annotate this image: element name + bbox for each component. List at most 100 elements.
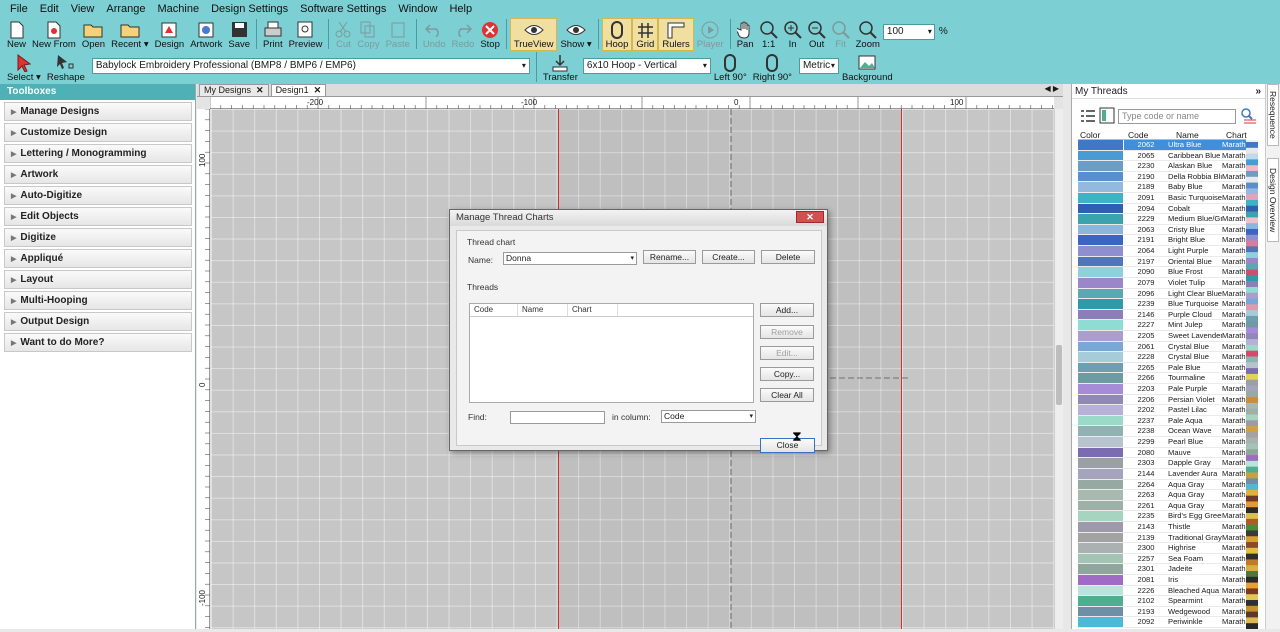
thread-row[interactable]: 2238 Ocean Wave Marathon	[1078, 426, 1246, 438]
toolbox-edit-objects[interactable]: ▶ Edit Objects	[4, 207, 192, 226]
thread-row[interactable]: 2079 Violet Tulip Marathon	[1078, 277, 1246, 289]
preview-button[interactable]: Preview	[286, 18, 326, 51]
rename-button[interactable]: Rename...	[643, 250, 696, 264]
print-button[interactable]: Print	[260, 18, 286, 51]
thread-row[interactable]: 2263 Aqua Gray Marathon	[1078, 490, 1246, 501]
edit-button[interactable]: Edit...	[760, 346, 814, 360]
remove-button[interactable]: Remove	[760, 325, 814, 339]
thread-row[interactable]: 2299 Pearl Blue Marathon	[1078, 437, 1246, 448]
menu-view[interactable]: View	[65, 0, 101, 18]
thread-row[interactable]: 2237 Pale Aqua Marathon	[1078, 415, 1246, 427]
toolbox-digitize[interactable]: ▶ Digitize	[4, 228, 192, 247]
tab-scroll-arrows-icon[interactable]: ◀ ▶	[1044, 84, 1059, 93]
copy-button[interactable]: Copy...	[760, 367, 814, 381]
toolbox-artwork[interactable]: ▶ Artwork	[4, 165, 192, 184]
artwork-button[interactable]: Artwork	[187, 18, 225, 51]
col-color[interactable]: Color	[1078, 130, 1124, 140]
thread-row[interactable]: 2226 Bleached AquaMarathon	[1078, 585, 1246, 597]
tab-design1[interactable]: Design1 ✕	[270, 84, 327, 96]
thread-row[interactable]: 2102 Spearmint Marathon	[1078, 596, 1246, 607]
chart-threads-list[interactable]: Code Name Chart	[469, 303, 754, 403]
thread-row[interactable]: 2265 Pale Blue Marathon	[1078, 362, 1246, 374]
trueview-button[interactable]: TrueView	[509, 18, 558, 51]
zoom-level-input[interactable]: 100 ▾	[882, 24, 935, 40]
thread-row[interactable]: 2266 Tourmaline Marathon	[1078, 373, 1246, 385]
thread-row[interactable]: 2257 Sea Foam Marathon	[1078, 553, 1246, 565]
undo-button[interactable]: Undo	[420, 18, 449, 51]
select-button[interactable]: Select ▾	[4, 51, 44, 84]
dialog-close-icon[interactable]: ✕	[796, 211, 824, 223]
collapse-icon[interactable]: »	[1255, 84, 1261, 99]
recent-button[interactable]: Recent ▾	[108, 18, 152, 51]
rotate-right-90-button[interactable]: Right 90°	[750, 51, 795, 84]
thread-row[interactable]: 2143 Thistle Marathon	[1078, 521, 1246, 533]
toolbox-lettering-monogramming[interactable]: ▶ Lettering / Monogramming	[4, 144, 192, 163]
thread-row[interactable]: 2197 Oriental Blue Marathon	[1078, 256, 1246, 268]
thread-row[interactable]: 2092 Periwinkle Marathon	[1078, 617, 1246, 629]
thread-row[interactable]: 2301 Jadeite Marathon	[1078, 564, 1246, 575]
search-threads-icon[interactable]	[1240, 107, 1258, 127]
thread-row[interactable]: 2193 Wedgewood Marathon	[1078, 606, 1246, 618]
rulers-button[interactable]: Rulers	[658, 18, 694, 51]
rotate-left-90-button[interactable]: Left 90°	[711, 51, 750, 84]
copy-button[interactable]: Copy	[354, 18, 382, 51]
thread-row[interactable]: 2094 Cobalt Marathon	[1078, 203, 1246, 215]
resequence-tab[interactable]: Resequence	[1267, 84, 1279, 146]
canvas-scrollbar[interactable]	[1054, 109, 1063, 629]
units-select[interactable]: Metric ▾	[798, 58, 839, 74]
thread-row[interactable]: 2239 Blue TurquoiseMarathon	[1078, 299, 1246, 310]
open-button[interactable]: Open	[79, 18, 108, 51]
delete-button[interactable]: Delete	[761, 250, 815, 264]
thread-row[interactable]: 2235 Bird's Egg GreenMarathon	[1078, 511, 1246, 522]
thread-row[interactable]: 2081 Iris Marathon	[1078, 574, 1246, 586]
thread-row[interactable]: 2227 Mint Julep Marathon	[1078, 320, 1246, 331]
thread-row[interactable]: 2139 Traditional GrayMarathon	[1078, 532, 1246, 544]
toolbox-customize-design[interactable]: ▶ Customize Design	[4, 123, 192, 142]
thread-row[interactable]: 2080 Mauve Marathon	[1078, 447, 1246, 459]
thread-row[interactable]: 2203 Pale Purple Marathon	[1078, 384, 1246, 395]
reshape-button[interactable]: Reshape	[44, 51, 88, 84]
zoom-1to1-button[interactable]: 1:1	[757, 18, 781, 51]
in-column-select[interactable]: Code ▾	[661, 410, 756, 423]
scrollbar-thumb[interactable]	[1056, 345, 1062, 405]
thread-chart-icon[interactable]	[1099, 107, 1115, 127]
thread-row[interactable]: 2144 Lavender Aura Marathon	[1078, 468, 1246, 480]
thread-row[interactable]: 2190 Della Robbia BlueMarathon	[1078, 171, 1246, 183]
toolbox-output-design[interactable]: ▶ Output Design	[4, 312, 192, 331]
thread-row[interactable]: 2303 Dapple Gray Marathon	[1078, 458, 1246, 469]
toolbox-want-to-do-more[interactable]: ▶ Want to do More?	[4, 333, 192, 352]
thread-row[interactable]: 2146 Purple Cloud Marathon	[1078, 309, 1246, 321]
pan-button[interactable]: Pan	[734, 18, 757, 51]
menu-edit[interactable]: Edit	[34, 0, 65, 18]
stop-button[interactable]: Stop	[477, 18, 503, 51]
thread-row[interactable]: 2230 Alaskan Blue Marathon	[1078, 161, 1246, 172]
hoop-select[interactable]: 6x10 Hoop - Vertical ▾	[582, 58, 711, 74]
design-overview-tab[interactable]: Design Overview	[1267, 158, 1279, 242]
new-from-button[interactable]: New From	[29, 18, 79, 51]
thread-row[interactable]: 2205 Sweet LavenderMarathon	[1078, 330, 1246, 342]
close-icon[interactable]: ✕	[256, 85, 264, 95]
menu-file[interactable]: File	[4, 0, 34, 18]
player-button[interactable]: Player	[694, 18, 727, 51]
menu-machine[interactable]: Machine	[152, 0, 206, 18]
add-button[interactable]: Add...	[760, 303, 814, 317]
col-name[interactable]: Name	[518, 304, 568, 316]
close-button[interactable]: Close	[760, 438, 815, 453]
thread-row[interactable]: 2090 Blue Frost Marathon	[1078, 267, 1246, 278]
col-chart[interactable]: Chart	[568, 304, 618, 316]
find-input[interactable]	[510, 411, 605, 424]
design-button[interactable]: Design	[152, 18, 188, 51]
grid-button[interactable]: Grid	[632, 18, 659, 51]
thread-row[interactable]: 2189 Baby Blue Marathon	[1078, 182, 1246, 194]
col-code[interactable]: Code	[470, 304, 518, 316]
toolbox-layout[interactable]: ▶ Layout	[4, 270, 192, 289]
cut-button[interactable]: Cut	[332, 18, 354, 51]
new-button[interactable]: New	[4, 18, 29, 51]
tab-my-designs[interactable]: My Designs ✕	[199, 84, 269, 96]
thread-row[interactable]: 2096 Light Clear BlueMarathon	[1078, 288, 1246, 300]
clear-all-button[interactable]: Clear All	[760, 388, 814, 402]
menu-arrange[interactable]: Arrange	[100, 0, 151, 18]
thread-row[interactable]: 2062Ultra BlueMarathon	[1078, 140, 1246, 151]
zoom-fit-button[interactable]: Fit	[829, 18, 853, 51]
toolbox-appliqu[interactable]: ▶ Appliqué	[4, 249, 192, 268]
